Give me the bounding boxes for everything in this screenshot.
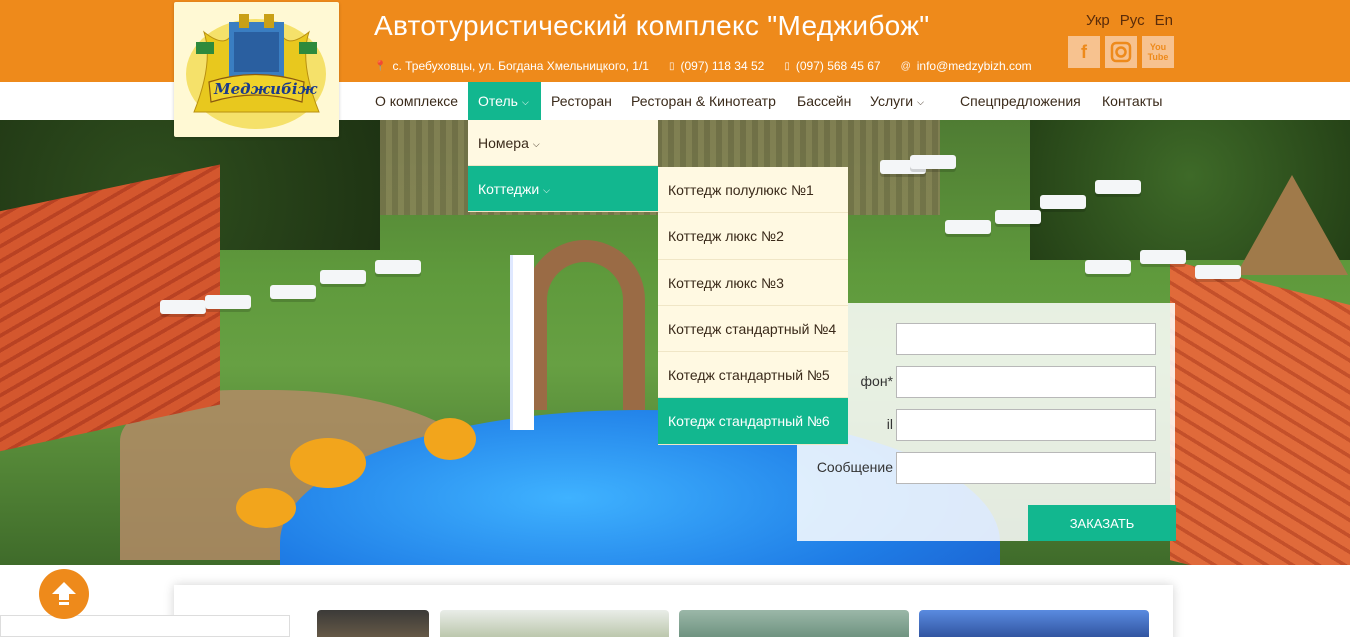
order-button[interactable]: ЗАКАЗАТЬ [1028,505,1176,541]
menu-item-cottages[interactable]: Коттеджи ⌵ [468,166,658,212]
nav-services-label: Услуги [870,93,914,109]
nav-special-offers[interactable]: Спецпредложения [950,82,1091,120]
thumbnail-2[interactable] [440,610,669,637]
menu-item-cottage-3[interactable]: Коттедж люкс №3 [658,259,848,306]
lang-ukr[interactable]: Укр [1086,12,1110,29]
hotel-dropdown: Номера ⌵ Коттеджи ⌵ [468,120,658,212]
thumbnail-4[interactable] [919,610,1149,637]
at-icon: @ [900,60,911,72]
site-title: Автотуристический комплекс "Меджибож" [374,10,930,41]
form-row-email: il [797,409,1175,441]
nav-special-offers-label: Спецпредложения [960,93,1081,109]
nav-contacts[interactable]: Контакты [1092,82,1172,120]
nav-contacts-label: Контакты [1102,93,1163,109]
name-field[interactable] [896,323,1156,355]
menu-item-cottage-1[interactable]: Коттедж полулюкс №1 [658,167,848,214]
menu-item-cottage-5[interactable]: Котедж стандартный №5 [658,352,848,399]
email-text[interactable]: info@medzybizh.com [917,59,1032,73]
address: 📍 с. Требуховцы, ул. Богдана Хмельницког… [374,59,649,73]
nav-restaurant-cinema[interactable]: Ресторан & Кинотеатр [621,82,786,120]
contact-line: 📍 с. Требуховцы, ул. Богдана Хмельницког… [374,59,1052,73]
instagram-icon[interactable] [1105,36,1137,68]
email-field[interactable] [896,409,1156,441]
nav-about[interactable]: О комплексе [365,82,468,120]
nav-restaurant-cinema-label: Ресторан & Кинотеатр [631,93,776,109]
nav-restaurant[interactable]: Ресторан [541,82,622,120]
chevron-down-icon: ⌵ [521,97,529,107]
nav-pool[interactable]: Бассейн [787,82,861,120]
lang-rus[interactable]: Рус [1120,12,1145,29]
address-text: с. Требуховцы, ул. Богдана Хмельницкого,… [392,59,649,73]
menu-item-rooms-label: Номера [478,135,529,151]
nav-about-label: О комплексе [375,93,459,109]
menu-item-cottage-6[interactable]: Котедж стандартный №6 [658,398,848,445]
scroll-to-top-button[interactable] [39,569,89,619]
nav-hotel-label: Отель [478,93,518,109]
phone-2-text[interactable]: (097) 568 45 67 [796,59,881,73]
phone-field[interactable] [896,366,1156,398]
side-widget [0,615,290,637]
form-row-phone: фон* [797,366,1175,398]
phone-icon: ▯ [668,60,675,72]
menu-item-cottages-label: Коттеджи [478,181,540,197]
email[interactable]: @ info@medzybizh.com [901,59,1032,73]
language-switcher: Укр Рус En [1086,12,1173,29]
form-row-message: Сообщение [797,452,1175,484]
nav-restaurant-label: Ресторан [551,93,612,109]
nav-hotel[interactable]: Отель ⌵ [468,82,541,120]
facebook-icon[interactable]: f [1068,36,1100,68]
chevron-down-icon: ⌵ [917,97,924,107]
location-pin-icon: 📍 [374,60,387,72]
chevron-down-icon: ⌵ [532,139,540,149]
phone-icon: ▯ [784,60,790,72]
thumbnail-3[interactable] [679,610,909,637]
cottages-dropdown: Коттедж полулюкс №1 Коттедж люкс №2 Котт… [658,167,848,445]
lang-en[interactable]: En [1155,12,1173,29]
phone-2[interactable]: ▯ (097) 568 45 67 [784,59,880,73]
phone-1[interactable]: ▯ (097) 118 34 52 [669,59,764,73]
social-links: f You Tube [1068,36,1174,68]
arrow-up-icon [52,582,76,605]
menu-item-rooms[interactable]: Номера ⌵ [468,120,658,166]
nav-services[interactable]: Услуги ⌵ [860,82,934,120]
phone-1-text[interactable]: (097) 118 34 52 [680,59,764,73]
nav-pool-label: Бассейн [797,93,852,109]
message-label: Сообщение [816,459,893,475]
logo-text: Меджибіж [214,80,318,98]
booking-form: фон* il Сообщение ЗАКАЗАТЬ [797,303,1176,541]
form-row-name [797,323,1175,355]
message-field[interactable] [896,452,1156,484]
chevron-down-icon: ⌵ [543,185,550,195]
menu-item-cottage-2[interactable]: Коттедж люкс №2 [658,213,848,260]
menu-item-cottage-4[interactable]: Коттедж стандартный №4 [658,305,848,353]
site-logo[interactable]: Меджибіж [174,2,339,137]
youtube-icon[interactable]: You Tube [1142,36,1174,68]
thumbnail-1[interactable] [317,610,429,637]
